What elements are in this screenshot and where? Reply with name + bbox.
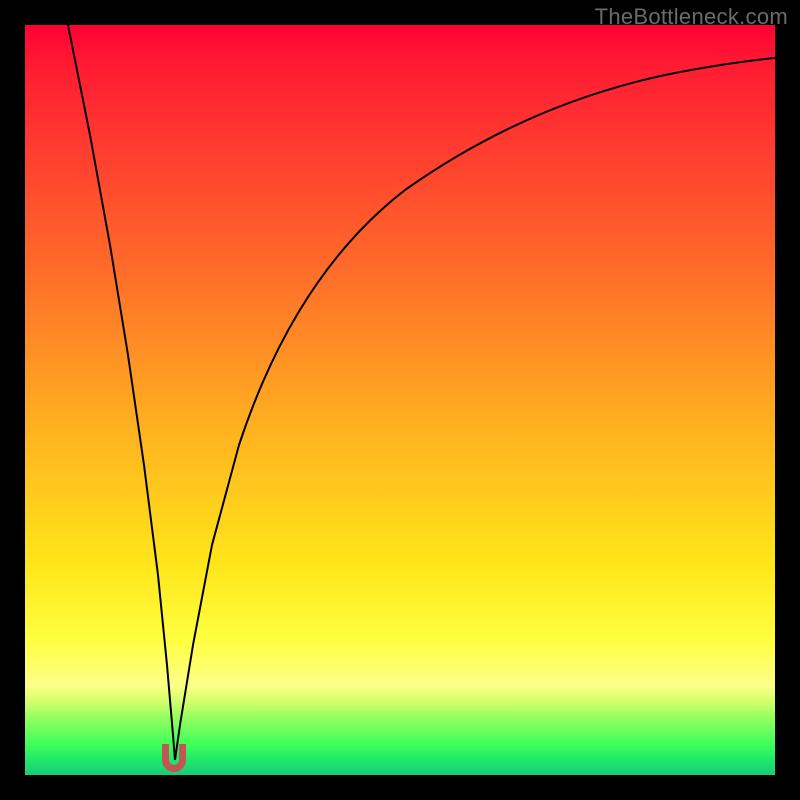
chart-frame: TheBottleneck.com [0,0,800,800]
plot-area [25,25,775,775]
watermark-text: TheBottleneck.com [595,4,788,30]
bottleneck-curve [25,25,775,775]
